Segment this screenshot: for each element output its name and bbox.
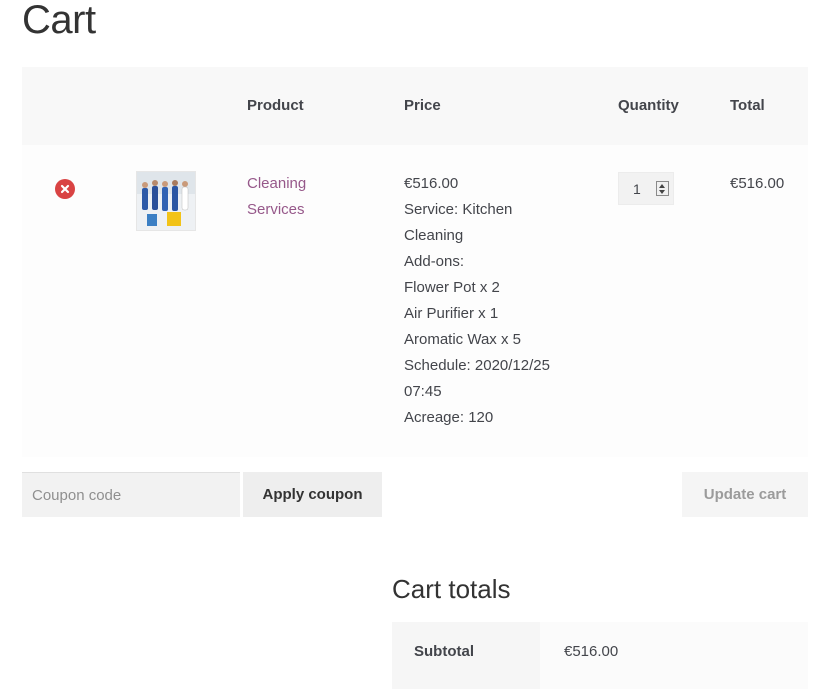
remove-item-button[interactable] [55,179,75,199]
header-price: Price [404,97,441,114]
header-total: Total [730,97,765,114]
subtotal-value-cell: €516.00 [540,622,808,689]
header-quantity: Quantity [618,97,679,114]
cart-totals-table: Subtotal €516.00 [392,622,808,689]
coupon-code-input[interactable] [22,472,240,517]
table-row: Cleaning Services €516.00 Service: Kitch… [22,145,808,457]
quantity-input[interactable]: 1 [618,172,674,205]
item-detail: 07:45 [404,383,442,400]
product-link[interactable]: Cleaning Services [247,171,367,223]
item-detail: Cleaning [404,227,464,244]
remove-circle-x-icon [60,184,70,194]
subtotal-label: Subtotal [414,643,474,660]
item-detail: Air Purifier x 1 [404,305,499,322]
product-name-line1: Cleaning [247,175,307,192]
quantity-value: 1 [633,181,641,197]
update-cart-button[interactable]: Update cart [682,472,808,517]
cart-table: Product Price Quantity Total Cleaning Se… [22,67,808,457]
cart-actions: Apply coupon Update cart [22,472,808,518]
item-detail: Schedule: 2020/12/25 [404,357,550,374]
item-detail: Flower Pot x 2 [404,279,500,296]
subtotal-label-cell: Subtotal [392,622,540,689]
product-name-line2: Services [247,201,305,218]
product-thumbnail[interactable] [136,171,196,231]
subtotal-value: €516.00 [564,643,619,660]
spinner-arrows-icon[interactable] [656,181,669,196]
item-detail: Add-ons: [404,253,465,270]
price-cell: €516.00 Service: Kitchen Cleaning Add-on… [404,171,574,431]
page-title: Cart [22,0,96,42]
header-product: Product [247,97,304,114]
item-detail: Aromatic Wax x 5 [404,331,521,348]
item-detail: Acreage: 120 [404,409,494,426]
item-detail: Service: Kitchen [404,201,513,218]
cleaning-team-image [137,172,195,230]
item-total: €516.00 [730,175,785,192]
cart-table-header: Product Price Quantity Total [22,67,808,145]
cart-totals-title: Cart totals [392,574,511,604]
apply-coupon-button[interactable]: Apply coupon [243,472,382,517]
item-price: €516.00 [404,175,459,192]
